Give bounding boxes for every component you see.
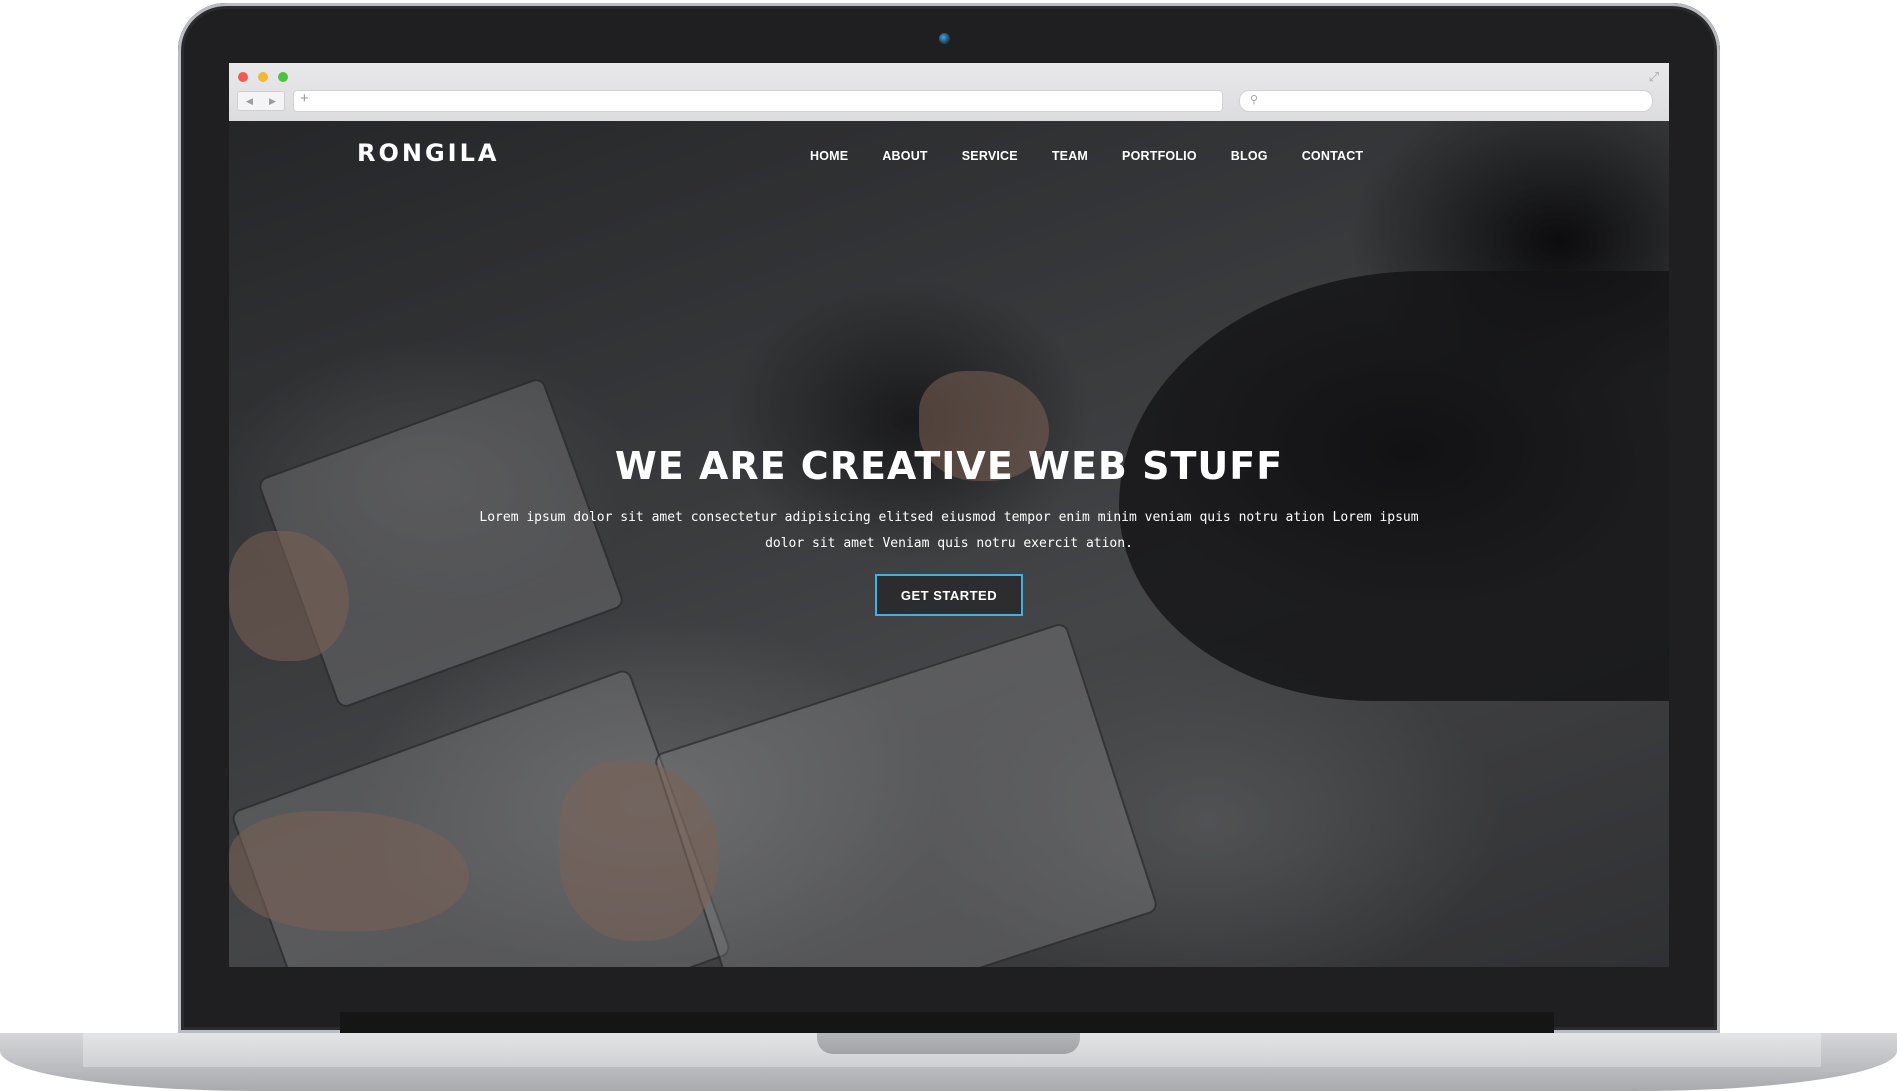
nav-about[interactable]: ABOUT xyxy=(882,149,927,163)
forward-arrow-icon[interactable]: ▶ xyxy=(269,96,276,107)
history-nav-buttons[interactable]: ◀ ▶ xyxy=(237,91,285,111)
nav-home[interactable]: HOME xyxy=(810,149,848,163)
laptop-hinge xyxy=(340,1012,1554,1034)
website-viewport: RONGILA HOME ABOUT SERVICE TEAM PORTFOLI… xyxy=(229,121,1669,967)
nav-team[interactable]: TEAM xyxy=(1052,149,1088,163)
minimize-window-button[interactable] xyxy=(258,72,268,82)
nav-portfolio[interactable]: PORTFOLIO xyxy=(1122,149,1197,163)
back-arrow-icon[interactable]: ◀ xyxy=(246,96,253,107)
nav-blog[interactable]: BLOG xyxy=(1231,149,1268,163)
nav-service[interactable]: SERVICE xyxy=(962,149,1018,163)
browser-chrome: ◀ ▶ + ⚲ ⤢ xyxy=(229,63,1669,122)
get-started-button[interactable]: GET STARTED xyxy=(875,574,1023,616)
maximize-window-button[interactable] xyxy=(278,72,288,82)
site-logo[interactable]: RONGILA xyxy=(357,139,499,167)
main-navigation: HOME ABOUT SERVICE TEAM PORTFOLIO BLOG C… xyxy=(810,149,1363,163)
nav-contact[interactable]: CONTACT xyxy=(1302,149,1364,163)
laptop-screen: ◀ ▶ + ⚲ ⤢ RONGILA HOME ABOUT SERVICE TEA… xyxy=(229,63,1669,967)
laptop-frame: ◀ ▶ + ⚲ ⤢ RONGILA HOME ABOUT SERVICE TEA… xyxy=(178,3,1720,1033)
laptop-opening-notch xyxy=(817,1033,1080,1054)
camera-icon xyxy=(939,33,950,44)
search-icon: ⚲ xyxy=(1250,94,1259,106)
browser-search-field[interactable]: ⚲ xyxy=(1239,90,1653,112)
address-bar[interactable]: + xyxy=(293,90,1223,112)
close-window-button[interactable] xyxy=(238,72,248,82)
expand-icon[interactable]: ⤢ xyxy=(1649,69,1659,85)
hero-description: Lorem ipsum dolor sit amet consectetur a… xyxy=(479,510,1419,551)
hero-title: WE ARE CREATIVE WEB STUFF xyxy=(614,444,1284,488)
new-tab-icon[interactable]: + xyxy=(300,90,309,107)
